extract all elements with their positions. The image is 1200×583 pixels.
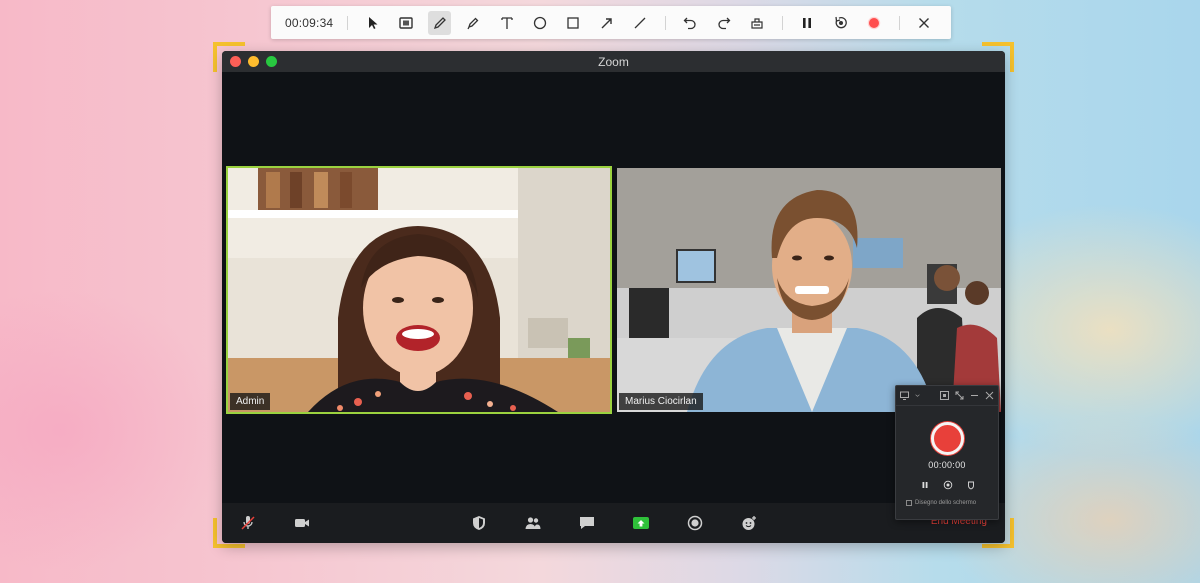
screen-drawing-checkbox[interactable] bbox=[906, 500, 912, 506]
participants-icon[interactable] bbox=[523, 513, 543, 533]
undo-icon[interactable] bbox=[679, 11, 702, 35]
mini-recorder-timer: 00:00:00 bbox=[928, 460, 966, 470]
ellipse-icon[interactable] bbox=[528, 11, 551, 35]
screenshot-icon[interactable] bbox=[395, 11, 418, 35]
video-camera-icon[interactable] bbox=[292, 513, 312, 533]
zoom-window: Zoom Admin Marius Ciocirlan End Meeting bbox=[222, 51, 1005, 543]
reactions-icon[interactable] bbox=[739, 513, 759, 533]
clear-icon[interactable] bbox=[745, 11, 768, 35]
pen-icon[interactable] bbox=[428, 10, 452, 35]
close-icon[interactable] bbox=[985, 391, 994, 400]
screen-drawing-option[interactable]: Disegno dello schermo bbox=[906, 500, 976, 506]
shield-icon[interactable] bbox=[964, 478, 978, 492]
toolbar-divider bbox=[347, 15, 349, 30]
text-icon[interactable] bbox=[495, 11, 518, 35]
meeting-controls-bar: End Meeting bbox=[222, 503, 1005, 543]
recorder-toolbar: 00:09:34 bbox=[271, 6, 951, 39]
share-screen-icon[interactable] bbox=[631, 513, 651, 533]
participant-video-admin[interactable]: Admin bbox=[226, 166, 612, 414]
participant-name-tag: Marius Ciocirlan bbox=[619, 393, 703, 410]
camera-toggle-icon[interactable] bbox=[940, 391, 949, 400]
expand-icon[interactable] bbox=[955, 391, 964, 400]
start-recording-button[interactable] bbox=[931, 422, 964, 455]
toolbar-divider bbox=[664, 15, 666, 30]
cursor-icon[interactable] bbox=[361, 11, 384, 35]
highlighter-icon[interactable] bbox=[461, 11, 484, 35]
rectangle-icon[interactable] bbox=[562, 11, 585, 35]
minimize-icon[interactable] bbox=[970, 391, 979, 400]
record-icon[interactable] bbox=[685, 513, 705, 533]
window-close-button[interactable] bbox=[230, 56, 241, 67]
participant-video-marius[interactable]: Marius Ciocirlan bbox=[617, 168, 1001, 412]
toolbar-divider bbox=[781, 15, 783, 30]
pause-icon[interactable] bbox=[918, 478, 932, 492]
arrow-icon[interactable] bbox=[595, 11, 618, 35]
close-icon[interactable] bbox=[913, 11, 936, 35]
participant-name-tag: Admin bbox=[230, 393, 271, 410]
video-feed bbox=[228, 168, 610, 412]
restart-icon[interactable] bbox=[941, 478, 955, 492]
recording-timer: 00:09:34 bbox=[285, 15, 334, 30]
display-icon[interactable] bbox=[900, 391, 909, 400]
window-controls bbox=[230, 56, 277, 67]
window-titlebar: Zoom bbox=[222, 51, 1005, 72]
chat-icon[interactable] bbox=[577, 513, 597, 533]
mini-recorder-controls bbox=[918, 478, 978, 492]
security-shield-icon[interactable] bbox=[469, 513, 489, 533]
restart-icon[interactable] bbox=[829, 11, 852, 35]
mini-recorder-panel: 00:00:00 Disegno dello schermo bbox=[895, 385, 999, 520]
window-minimize-button[interactable] bbox=[248, 56, 259, 67]
redo-icon[interactable] bbox=[712, 11, 735, 35]
chevron-down-icon[interactable] bbox=[915, 391, 920, 400]
line-icon[interactable] bbox=[628, 11, 651, 35]
record-icon[interactable] bbox=[862, 11, 885, 35]
screen-drawing-label: Disegno dello schermo bbox=[915, 500, 977, 506]
mic-muted-icon[interactable] bbox=[238, 513, 258, 533]
mini-recorder-header bbox=[896, 386, 998, 406]
pause-icon[interactable] bbox=[796, 11, 819, 35]
window-title: Zoom bbox=[598, 54, 629, 69]
window-maximize-button[interactable] bbox=[266, 56, 277, 67]
video-feed bbox=[617, 168, 1001, 412]
toolbar-divider bbox=[898, 15, 900, 30]
